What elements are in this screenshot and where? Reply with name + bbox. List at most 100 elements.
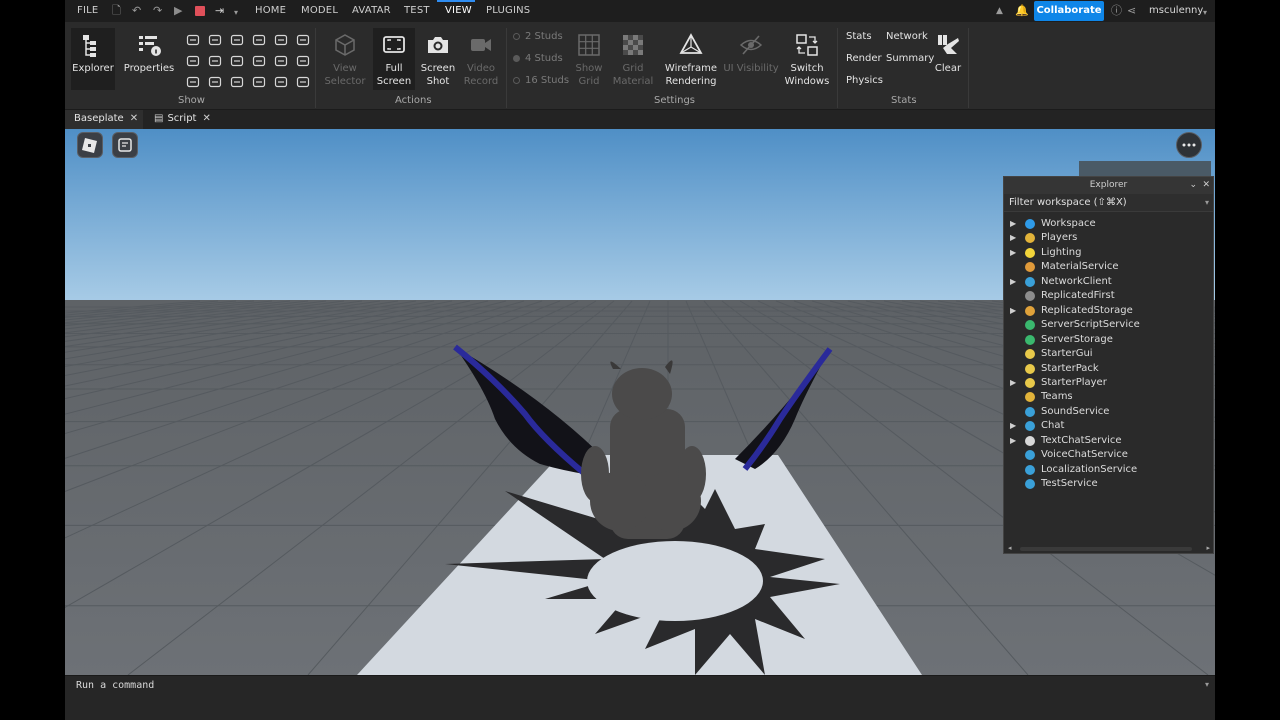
tab-script[interactable]: ▤ Script ✕: [145, 110, 215, 129]
share-icon[interactable]: ⋖: [1127, 4, 1136, 18]
explorer-item-startergui[interactable]: StarterGui: [1004, 347, 1213, 361]
camera-icon[interactable]: [296, 31, 310, 46]
stop-icon[interactable]: [195, 6, 205, 16]
expand-arrow-icon[interactable]: ▶: [1010, 304, 1016, 318]
expand-arrow-icon[interactable]: ▶: [1010, 419, 1016, 433]
explorer-item-starterplayer[interactable]: ▶ StarterPlayer: [1004, 376, 1213, 390]
explorer-item-lighting[interactable]: ▶ Lighting: [1004, 246, 1213, 260]
expand-arrow-icon[interactable]: ▶: [1010, 376, 1016, 390]
terrain-editor-icon[interactable]: [252, 31, 266, 46]
expand-arrow-icon[interactable]: ▶: [1010, 231, 1016, 245]
tab-home[interactable]: HOME: [255, 5, 286, 16]
expand-arrow-icon[interactable]: ▶: [1010, 275, 1016, 289]
user-chevron-icon[interactable]: ▾: [1203, 6, 1207, 20]
play-icon[interactable]: ▶: [174, 4, 182, 18]
screen-shot-button[interactable]: Screen Shot: [417, 28, 459, 90]
explorer-item-networkclient[interactable]: ▶ NetworkClient: [1004, 275, 1213, 289]
chevron-down-icon[interactable]: ▾: [234, 6, 238, 20]
explorer-item-replicatedfirst[interactable]: ReplicatedFirst: [1004, 289, 1213, 303]
wireframe-rendering-button[interactable]: Wireframe Rendering: [663, 28, 719, 90]
scroll-left-icon[interactable]: ◂: [1008, 544, 1012, 552]
expand-arrow-icon[interactable]: ▶: [1010, 246, 1016, 260]
explorer-item-players[interactable]: ▶ Players: [1004, 231, 1213, 245]
help-icon[interactable]: ⓘ: [1111, 4, 1122, 18]
scroll-thumb[interactable]: [1020, 547, 1192, 551]
explorer-item-workspace[interactable]: ▶ Workspace: [1004, 217, 1213, 231]
physics-button[interactable]: Physics: [846, 75, 883, 86]
roblox-menu-button[interactable]: [77, 132, 103, 158]
replace-icon[interactable]: [230, 73, 244, 88]
explorer-item-textchatservice[interactable]: ▶ TextChatService: [1004, 434, 1213, 448]
full-screen-button[interactable]: Full Screen: [373, 28, 415, 90]
script-performance-icon[interactable]: [208, 73, 222, 88]
output-icon[interactable]: [186, 52, 200, 67]
explorer-item-voicechatservice[interactable]: VoiceChatService: [1004, 448, 1213, 462]
collaborate-button[interactable]: Collaborate: [1034, 1, 1104, 21]
scroll-right-icon[interactable]: ▸: [1206, 544, 1210, 552]
close-icon[interactable]: ✕: [1202, 177, 1210, 194]
grid-material-button[interactable]: Grid Material: [611, 28, 655, 90]
stats-button[interactable]: Stats: [846, 31, 872, 42]
user-name[interactable]: msculenny: [1149, 5, 1203, 16]
tab-baseplate[interactable]: Baseplate ✕: [65, 110, 143, 129]
tab-model[interactable]: MODEL: [301, 5, 338, 16]
expand-arrow-icon[interactable]: ▶: [1010, 217, 1016, 231]
clear-button[interactable]: Clear: [929, 28, 967, 90]
filter-workspace-input[interactable]: Filter workspace (⇧⌘X) ▾: [1004, 194, 1213, 212]
explorer-item-replicatedstorage[interactable]: ▶ ReplicatedStorage: [1004, 304, 1213, 318]
close-icon[interactable]: ✕: [130, 113, 138, 124]
watch-icon[interactable]: [274, 73, 288, 88]
render-button[interactable]: Render: [846, 53, 882, 64]
filter-chevron-icon[interactable]: ▾: [1205, 194, 1209, 212]
summary-button[interactable]: Summary: [886, 53, 934, 64]
chevron-up-icon[interactable]: ▲: [996, 4, 1003, 18]
show-grid-button[interactable]: Show Grid: [569, 28, 609, 90]
explorer-item-soundservice[interactable]: SoundService: [1004, 405, 1213, 419]
close-icon[interactable]: ✕: [202, 113, 210, 124]
file-menu[interactable]: FILE: [77, 5, 98, 16]
video-record-button[interactable]: Video Record: [460, 28, 502, 90]
explorer-item-serverscriptservice[interactable]: ServerScriptService: [1004, 318, 1213, 332]
explorer-item-materialservice[interactable]: MaterialService: [1004, 260, 1213, 274]
call-stack-icon[interactable]: [252, 73, 266, 88]
undo-icon[interactable]: ↶: [132, 4, 141, 18]
tab-view[interactable]: VIEW: [445, 5, 472, 16]
team-create-icon[interactable]: [230, 52, 244, 67]
explorer-item-serverstorage[interactable]: ServerStorage: [1004, 333, 1213, 347]
redo-icon[interactable]: ↷: [153, 4, 162, 18]
network-button[interactable]: Network: [886, 31, 928, 42]
tab-test[interactable]: TEST: [404, 5, 430, 16]
command-bar-icon[interactable]: [208, 52, 222, 67]
new-file-icon[interactable]: 🗋: [112, 4, 121, 18]
more-options-button[interactable]: [1176, 132, 1202, 158]
collaborators-icon[interactable]: [296, 52, 310, 67]
script-analysis-icon[interactable]: [252, 52, 266, 67]
chevron-down-icon[interactable]: ⌄: [1189, 177, 1197, 194]
view-selector-button[interactable]: View Selector: [323, 28, 367, 90]
explorer-button[interactable]: Explorer: [71, 28, 115, 90]
game-explorer-icon[interactable]: [230, 31, 244, 46]
bell-icon[interactable]: 🔔: [1015, 4, 1029, 18]
studs-16-option[interactable]: 16 Studs: [513, 75, 569, 86]
switch-windows-button[interactable]: Switch Windows: [781, 28, 833, 90]
breakpoints-icon[interactable]: [296, 73, 310, 88]
toolbox-icon[interactable]: [186, 31, 200, 46]
explorer-scrollbar[interactable]: ◂ ▸: [1004, 544, 1213, 553]
expand-arrow-icon[interactable]: ▶: [1010, 434, 1016, 448]
properties-button[interactable]: Properties: [123, 28, 175, 90]
tab-avatar[interactable]: AVATAR: [352, 5, 391, 16]
chat-toggle-button[interactable]: [112, 132, 138, 158]
ui-visibility-button[interactable]: UI Visibility: [723, 28, 779, 90]
command-chevron-icon[interactable]: ▾: [1205, 680, 1209, 689]
studs-2-option[interactable]: 2 Studs: [513, 31, 563, 42]
command-input[interactable]: Run a command: [76, 680, 154, 691]
find-results-icon[interactable]: [274, 52, 288, 67]
step-icon[interactable]: ⇥: [215, 4, 224, 18]
explorer-item-teams[interactable]: Teams: [1004, 390, 1213, 404]
explorer-item-starterpack[interactable]: StarterPack: [1004, 362, 1213, 376]
explorer-item-testservice[interactable]: TestService: [1004, 477, 1213, 491]
tag-editor-icon[interactable]: [274, 31, 288, 46]
context-help-icon[interactable]: [186, 73, 200, 88]
explorer-item-localizationservice[interactable]: LocalizationService: [1004, 463, 1213, 477]
tab-plugins[interactable]: PLUGINS: [486, 5, 530, 16]
